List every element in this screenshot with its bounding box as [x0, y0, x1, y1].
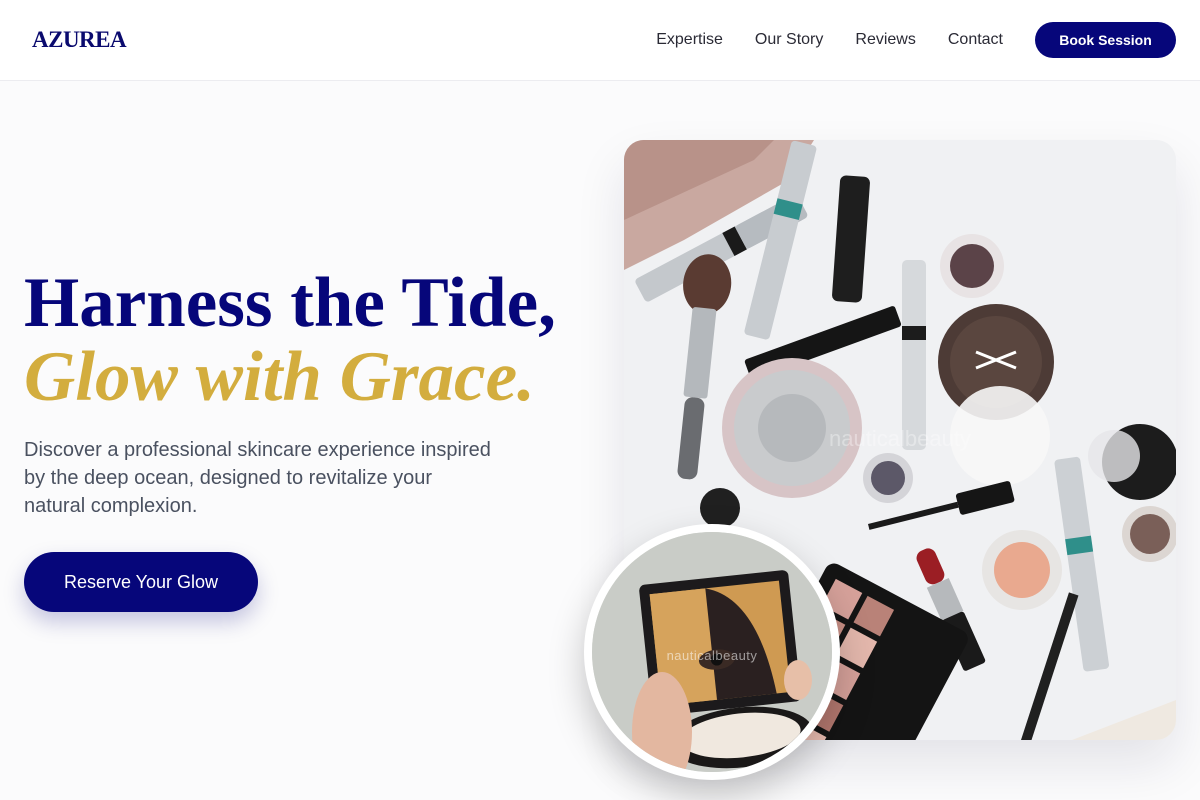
brand-logo[interactable]: AZUREA	[32, 27, 127, 53]
compact-mirror-image: nauticalbeauty	[584, 524, 840, 780]
top-navigation-bar: AZUREA Expertise Our Story Reviews Conta…	[0, 0, 1200, 81]
reserve-your-glow-button[interactable]: Reserve Your Glow	[24, 552, 258, 612]
nav-link-contact[interactable]: Contact	[948, 22, 1003, 58]
nav-link-our-story[interactable]: Our Story	[755, 22, 823, 58]
main-nav: Expertise Our Story Reviews Contact Book…	[656, 22, 1176, 58]
hero-headline: Harness the Tide, Glow with Grace.	[24, 266, 556, 414]
circle-image-watermark: nauticalbeauty	[666, 648, 758, 663]
nav-link-reviews[interactable]: Reviews	[855, 22, 915, 58]
headline-line-2: Glow with Grace.	[24, 338, 535, 416]
hero-description: Discover a professional skincare experie…	[24, 439, 491, 517]
headline-line-1: Harness the Tide,	[24, 264, 556, 342]
book-session-button[interactable]: Book Session	[1035, 22, 1176, 58]
main-image-watermark: nauticalbeauty	[829, 426, 971, 451]
nav-link-expertise[interactable]: Expertise	[656, 22, 723, 58]
